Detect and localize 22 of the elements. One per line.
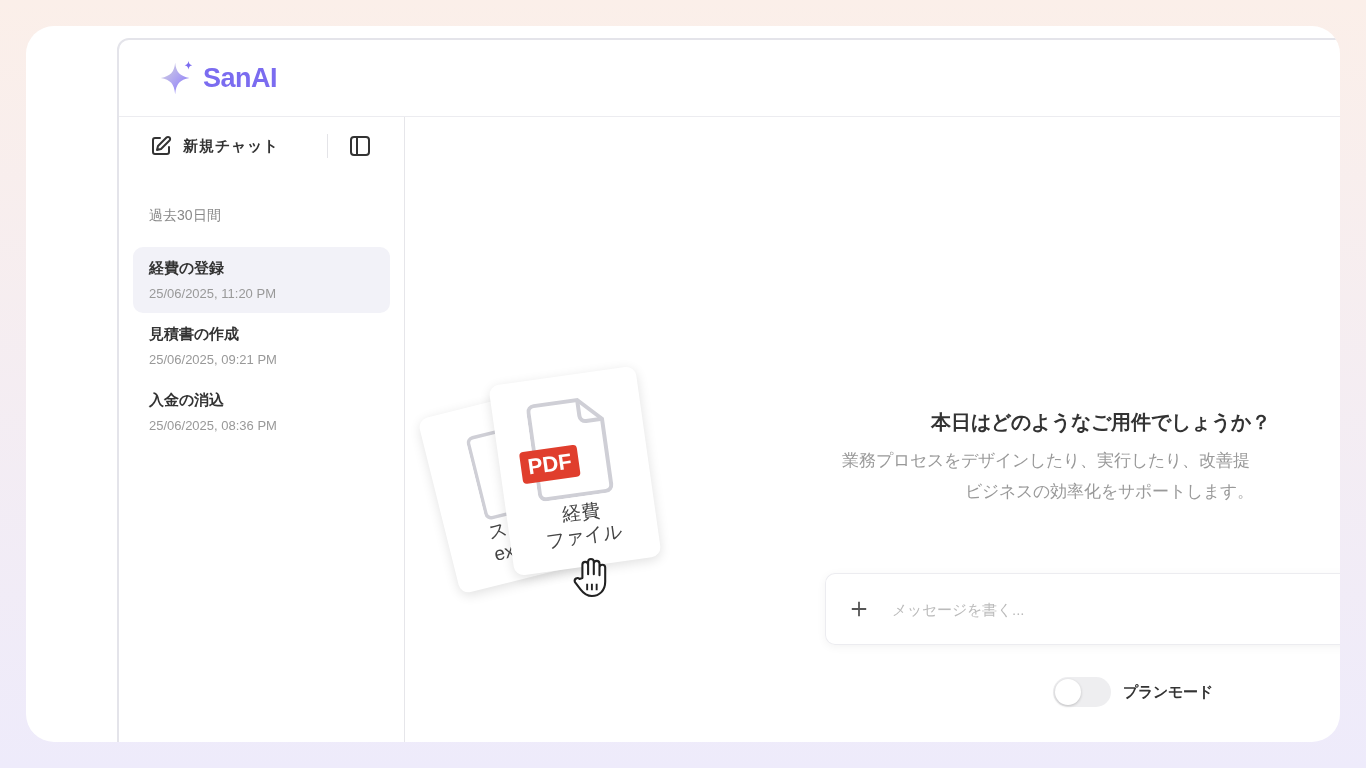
chat-history-item[interactable]: 入金の消込 25/06/2025, 08:36 PM (133, 379, 390, 445)
file-label: 経費 (560, 498, 602, 526)
chat-title: 見積書の作成 (149, 325, 240, 344)
plan-mode-label: プランモード (1123, 682, 1213, 702)
chat-title: 入金の消込 (149, 391, 225, 410)
app-name: SanAI (203, 62, 278, 94)
welcome-heading: 本日はどのようなご用件でしょうか？ (931, 410, 1272, 435)
section-heading: 過去30日間 (149, 207, 222, 225)
chat-timestamp: 25/06/2025, 08:36 PM (149, 418, 278, 433)
chat-history-item[interactable]: 見積書の作成 25/06/2025, 09:21 PM (133, 313, 390, 379)
new-chat-button[interactable]: 新規チャット (149, 134, 279, 158)
plus-icon[interactable] (850, 600, 868, 618)
chat-title: 経費の登録 (149, 259, 225, 278)
chat-timestamp: 25/06/2025, 11:20 PM (149, 286, 277, 301)
chat-history-item[interactable]: 経費の登録 25/06/2025, 11:20 PM (133, 247, 390, 313)
plan-mode-toggle[interactable] (1053, 677, 1111, 707)
sidebar-toggle-icon[interactable] (348, 134, 372, 158)
file-label: ス (486, 517, 511, 545)
welcome-subtitle: 業務プロセスをデザインしたり、実行したり、改善提 (842, 450, 1251, 471)
welcome-subtitle: ビジネスの効率化をサポートします。 (965, 481, 1255, 503)
chat-timestamp: 25/06/2025, 09:21 PM (149, 352, 278, 367)
edit-icon[interactable] (149, 134, 173, 158)
